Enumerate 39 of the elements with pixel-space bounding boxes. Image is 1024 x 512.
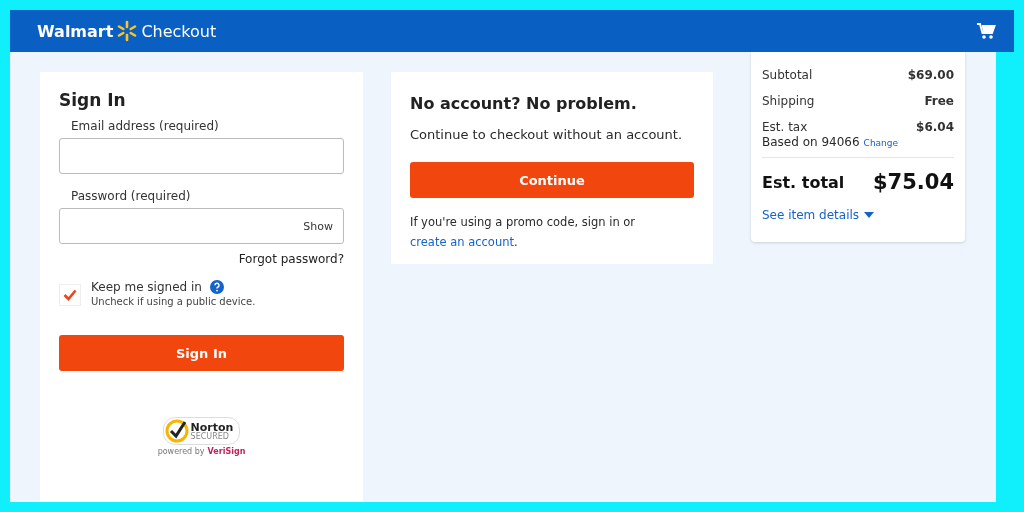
checkbox[interactable] bbox=[59, 284, 81, 306]
email-label: Email address (required) bbox=[71, 119, 220, 133]
summary-value: Free bbox=[924, 94, 954, 108]
show-button[interactable]: Show bbox=[293, 219, 343, 233]
summary-label: Subtotal bbox=[762, 68, 813, 82]
norton-name: Norton bbox=[190, 421, 234, 433]
powered-by-text: powered by bbox=[157, 447, 205, 456]
tax-note: Based on 94066 bbox=[762, 135, 860, 149]
verisign-text: VeriSign bbox=[207, 447, 246, 456]
help-icon[interactable] bbox=[209, 280, 224, 294]
total-label: Est. total bbox=[762, 172, 845, 192]
email-field[interactable] bbox=[59, 138, 344, 174]
forgot-password-link[interactable]: Forgot password? bbox=[238, 252, 344, 266]
norton-secured: SECURED bbox=[190, 432, 230, 441]
summary-label: Est. tax bbox=[762, 120, 808, 134]
sign-in-heading: Sign In bbox=[59, 90, 127, 110]
item-details-link[interactable]: See item details bbox=[762, 208, 875, 222]
continue-button[interactable]: Continue bbox=[410, 162, 694, 198]
caret-icon bbox=[864, 212, 875, 218]
spark-icon bbox=[116, 20, 139, 42]
password-field[interactable]: Show bbox=[59, 208, 344, 244]
checkmark-seal-icon bbox=[164, 419, 189, 443]
checkmark-icon bbox=[63, 289, 77, 301]
summary-value: $6.04 bbox=[916, 120, 954, 134]
summary-label: Shipping bbox=[762, 94, 815, 108]
keep-signed-in-hint: Uncheck if using a public device. bbox=[91, 296, 256, 307]
total-value: $75.04 bbox=[872, 170, 954, 194]
brand-name: Walmart bbox=[37, 21, 114, 41]
password-label: Password (required) bbox=[71, 189, 192, 203]
change-link[interactable]: Change bbox=[863, 138, 899, 148]
keep-signed-in-label: Keep me signed in bbox=[91, 280, 202, 294]
summary-value: $69.00 bbox=[907, 68, 954, 82]
promo-text: If you're using a promo code, sign in or create an account. bbox=[410, 214, 637, 251]
page-title: Checkout bbox=[141, 21, 217, 41]
cart-icon[interactable] bbox=[976, 22, 996, 40]
create-account-link[interactable]: create an account bbox=[410, 235, 514, 249]
guest-heading: No account? No problem. bbox=[410, 94, 638, 113]
sign-in-button[interactable]: Sign In bbox=[59, 335, 344, 371]
guest-text: Continue to checkout without an account. bbox=[410, 127, 684, 142]
